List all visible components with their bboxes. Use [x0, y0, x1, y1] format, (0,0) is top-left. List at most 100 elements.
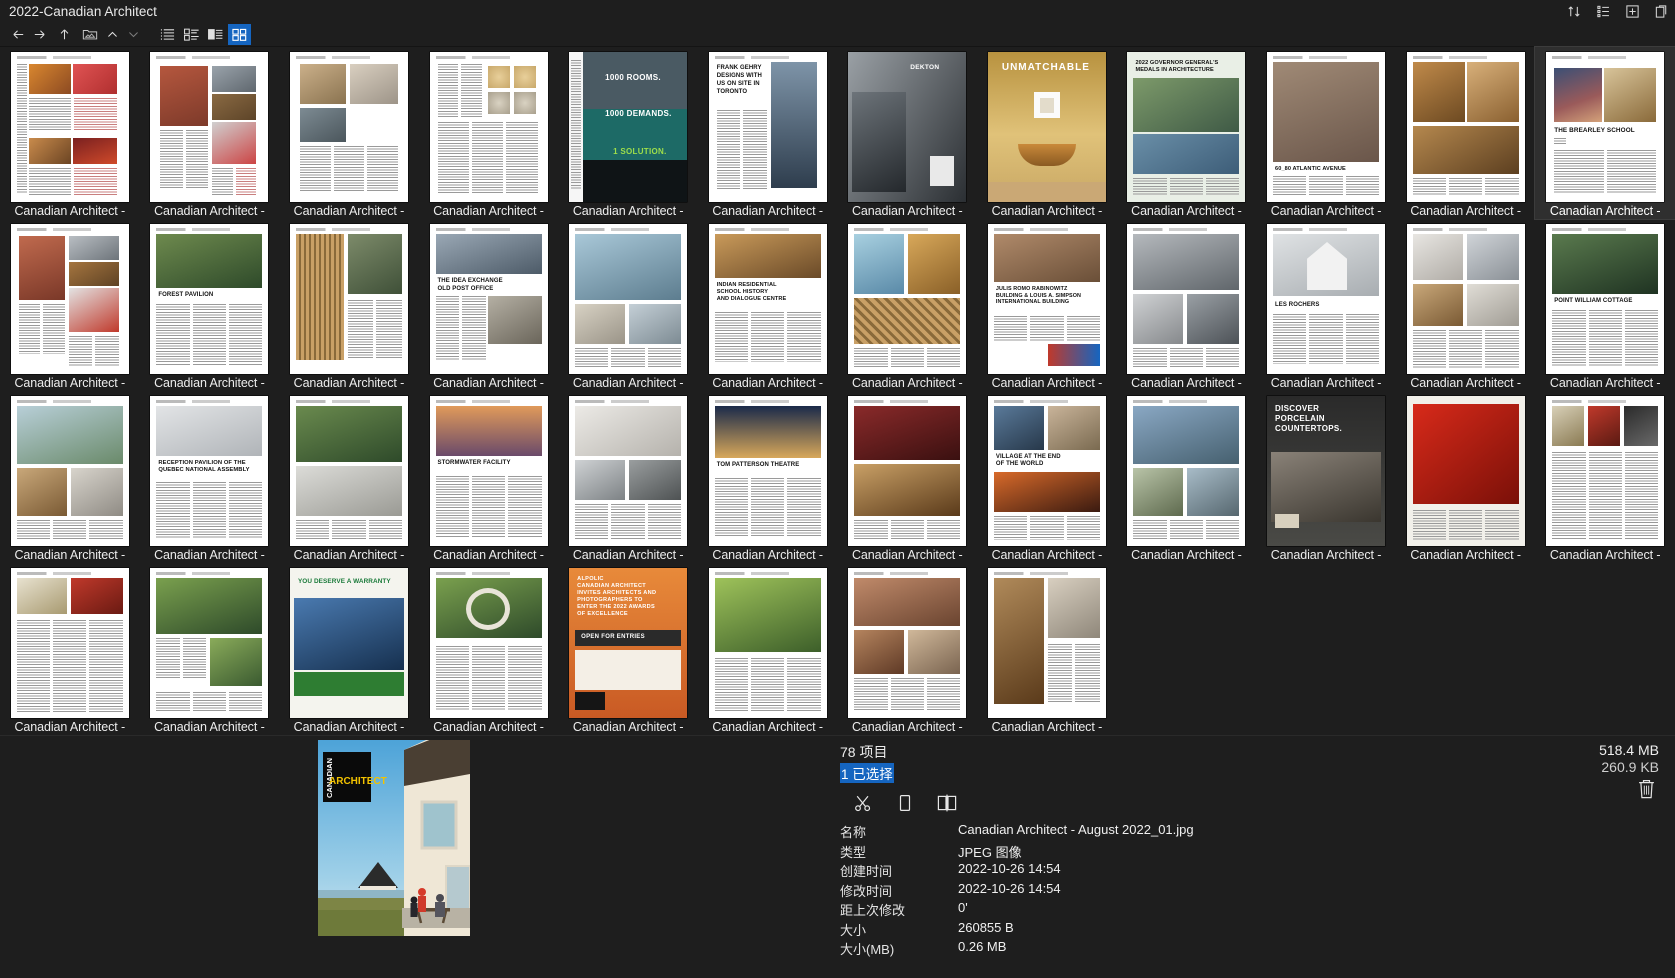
detail-row: 距上次修改0'	[840, 900, 1194, 920]
grid-item[interactable]: TOM PATTERSON THEATRECanadian Architect …	[698, 391, 838, 563]
item-label: Canadian Architect - August 2022_页面_38	[977, 376, 1117, 391]
scissors-icon[interactable]	[852, 792, 874, 814]
grid-item[interactable]: Canadian Architect - August 2022_页面_20	[140, 47, 280, 219]
item-label: Canadian Architect - August 2022_页面_30	[1535, 204, 1675, 219]
grid-item[interactable]: Canadian Architect - August 2022_页面_49	[837, 391, 977, 563]
grid-item[interactable]: Canadian Architect - August 2022_页面_58	[419, 563, 559, 735]
add-icon[interactable]	[1625, 4, 1640, 19]
detail-row: 类型JPEG 图像	[840, 842, 1194, 862]
grid-item[interactable]: JULIS ROMO RABINOWITZBUILDING & LOUIS A.…	[977, 219, 1117, 391]
grid-item[interactable]: Canadian Architect - August 2022_页面_35	[558, 219, 698, 391]
thumbnail-image	[290, 224, 408, 374]
grid-item[interactable]: 60_80 ATLANTIC AVENUECanadian Architect …	[1256, 47, 1396, 219]
thumbnail-image: JULIS ROMO RABINOWITZBUILDING & LOUIS A.…	[988, 224, 1106, 374]
item-label: Canadian Architect - August 2022_页面_43	[0, 548, 140, 563]
grid-item[interactable]: Canadian Architect - August 2022_页面_60	[698, 563, 838, 735]
thumbnail-image: POINT WILLIAM COTTAGE	[1546, 224, 1664, 374]
copy-icon[interactable]	[894, 792, 916, 814]
grid-item[interactable]: Canadian Architect - August 2022_页面_39	[1117, 219, 1257, 391]
grid-item[interactable]: DISCOVERPORCELAINCOUNTERTOPS.Canadian Ar…	[1256, 391, 1396, 563]
grid-item[interactable]: Canadian Architect - August 2022_页面_51	[1117, 391, 1257, 563]
view-tiles[interactable]	[204, 24, 227, 45]
item-label: Canadian Architect - August 2022_页面_53	[1396, 548, 1536, 563]
grid-item[interactable]: Canadian Architect - August 2022_页面_21	[279, 47, 419, 219]
grid-item[interactable]: Canadian Architect - August 2022_页面_61	[837, 563, 977, 735]
thumbnail-image: LES ROCHERS	[1267, 224, 1385, 374]
forward-button[interactable]	[29, 24, 50, 45]
grid-item[interactable]: UNMATCHABLECanadian Architect - August 2…	[977, 47, 1117, 219]
view-list[interactable]	[156, 24, 179, 45]
thumbnail-image	[1127, 396, 1245, 546]
grid-item[interactable]: Canadian Architect - August 2022_页面_62	[977, 563, 1117, 735]
detail-row: 大小(MB)0.26 MB	[840, 939, 1194, 959]
grid-item[interactable]: Canadian Architect - August 2022_页面_56	[140, 563, 280, 735]
grid-item[interactable]: FOREST PAVILIONCanadian Architect - Augu…	[140, 219, 280, 391]
grid-item[interactable]: Canadian Architect - August 2022_页面_29	[1396, 47, 1536, 219]
grid-item[interactable]: YOU DESERVE A WARRANTYCanadian Architect…	[279, 563, 419, 735]
grid-item[interactable]: THE BREARLEY SCHOOL Canadian Architect - …	[1535, 47, 1675, 219]
grid-item[interactable]: Canadian Architect - August 2022_页面_19	[0, 47, 140, 219]
grid-item[interactable]: Canadian Architect - August 2022_页面_45	[279, 391, 419, 563]
item-label: Canadian Architect - August 2022_页面_42	[1535, 376, 1675, 391]
grid-item[interactable]: Canadian Architect - August 2022_页面_22	[419, 47, 559, 219]
grid-item[interactable]: Canadian Architect - August 2022_页面_47	[558, 391, 698, 563]
grid-item[interactable]: Canadian Architect - August 2022_页面_54	[1535, 391, 1675, 563]
thumbnail-image: VILLAGE AT THE ENDOF THE WORLD	[988, 396, 1106, 546]
grid-item[interactable]: 2022 GOVERNOR GENERAL'SMEDALS IN ARCHITE…	[1117, 47, 1257, 219]
trash-icon[interactable]	[1636, 778, 1657, 800]
item-count: 78 项目	[840, 742, 1194, 762]
detail-value: 0.26 MB	[950, 939, 1194, 959]
grid-item[interactable]: Canadian Architect - August 2022_页面_53	[1396, 391, 1536, 563]
detail-key: 类型	[840, 842, 950, 862]
grid-item[interactable]: Canadian Architect - August 2022_页面_55	[0, 563, 140, 735]
grid-item[interactable]: Canadian Architect - August 2022_页面_31	[0, 219, 140, 391]
thumbnail-image	[290, 52, 408, 202]
thumbnail-grid[interactable]: Canadian Architect - August 2022_页面_19Ca…	[0, 47, 1675, 735]
thumbnail-image: DISCOVERPORCELAINCOUNTERTOPS.	[1267, 396, 1385, 546]
thumbnail-image	[848, 568, 966, 718]
view-thumbnails[interactable]	[228, 24, 251, 45]
up-button[interactable]	[54, 24, 75, 45]
detail-row: 大小260855 B	[840, 920, 1194, 940]
grid-item[interactable]: Canadian Architect - August 2022_页面_43	[0, 391, 140, 563]
grid-item[interactable]: LES ROCHERSCanadian Architect - August 2…	[1256, 219, 1396, 391]
selected-count: 1 已选择	[840, 763, 894, 783]
item-label: Canadian Architect - August 2022_页面_54	[1535, 548, 1675, 563]
preview-logo-line2: ARCHITECT	[329, 776, 387, 787]
item-label: Canadian Architect - August 2022_页面_48	[698, 548, 838, 563]
grid-item[interactable]: ALPOLICCANADIAN ARCHITECTINVITES ARCHITE…	[558, 563, 698, 735]
grid-item[interactable]: FRANK GEHRYDESIGNS WITHUS ON SITE INTORO…	[698, 47, 838, 219]
sort-icon[interactable]	[1567, 4, 1582, 19]
thumbnail-image: FRANK GEHRYDESIGNS WITHUS ON SITE INTORO…	[709, 52, 827, 202]
grid-item[interactable]: POINT WILLIAM COTTAGE Canadian Architect …	[1535, 219, 1675, 391]
selection-info: 78 项目 1 已选择 名称Canadian A	[840, 742, 1194, 959]
grid-item[interactable]: INDIAN RESIDENTIALSCHOOL HISTORYAND DIAL…	[698, 219, 838, 391]
grid-item[interactable]: DEKTONCanadian Architect - August 2022_页…	[837, 47, 977, 219]
window-title: 2022-Canadian Architect	[9, 4, 157, 19]
thumbnail-image: 2022 GOVERNOR GENERAL'SMEDALS IN ARCHITE…	[1127, 52, 1245, 202]
grid-item[interactable]: 1000 ROOMS.1000 DEMANDS.1 SOLUTION.Canad…	[558, 47, 698, 219]
grid-item[interactable]: THE IDEA EXCHANGEOLD POST OFFICECanadian…	[419, 219, 559, 391]
book-icon[interactable]	[936, 792, 958, 814]
chevron-down-icon[interactable]	[123, 24, 144, 45]
item-label: Canadian Architect - August 2022_页面_22	[419, 204, 559, 219]
grid-item[interactable]: Canadian Architect - August 2022_页面_33	[279, 219, 419, 391]
back-button[interactable]	[8, 24, 29, 45]
detail-key: 大小	[840, 920, 950, 940]
item-label: Canadian Architect - August 2022_页面_28	[1256, 204, 1396, 219]
thumbnail-image	[11, 52, 129, 202]
grid-item[interactable]: Canadian Architect - August 2022_页面_41	[1396, 219, 1536, 391]
grid-item[interactable]: Canadian Architect - August 2022_页面_37	[837, 219, 977, 391]
chevron-up-icon[interactable]	[102, 24, 123, 45]
view-details[interactable]	[180, 24, 203, 45]
grid-item[interactable]: STORMWATER FACILITYCanadian Architect - …	[419, 391, 559, 563]
folder-image-icon[interactable]	[79, 24, 100, 45]
group-list-icon[interactable]	[1596, 4, 1611, 19]
thumbnail-image	[709, 568, 827, 718]
detail-value: 0'	[950, 900, 1194, 920]
clipboard-icon[interactable]	[1654, 4, 1669, 19]
item-label: Canadian Architect - August 2022_页面_25	[837, 204, 977, 219]
thumbnail-image: THE BREARLEY SCHOOL	[1546, 52, 1664, 202]
grid-item[interactable]: RECEPTION PAVILION OF THEQUEBEC NATIONAL…	[140, 391, 280, 563]
grid-item[interactable]: VILLAGE AT THE ENDOF THE WORLDCanadian A…	[977, 391, 1117, 563]
